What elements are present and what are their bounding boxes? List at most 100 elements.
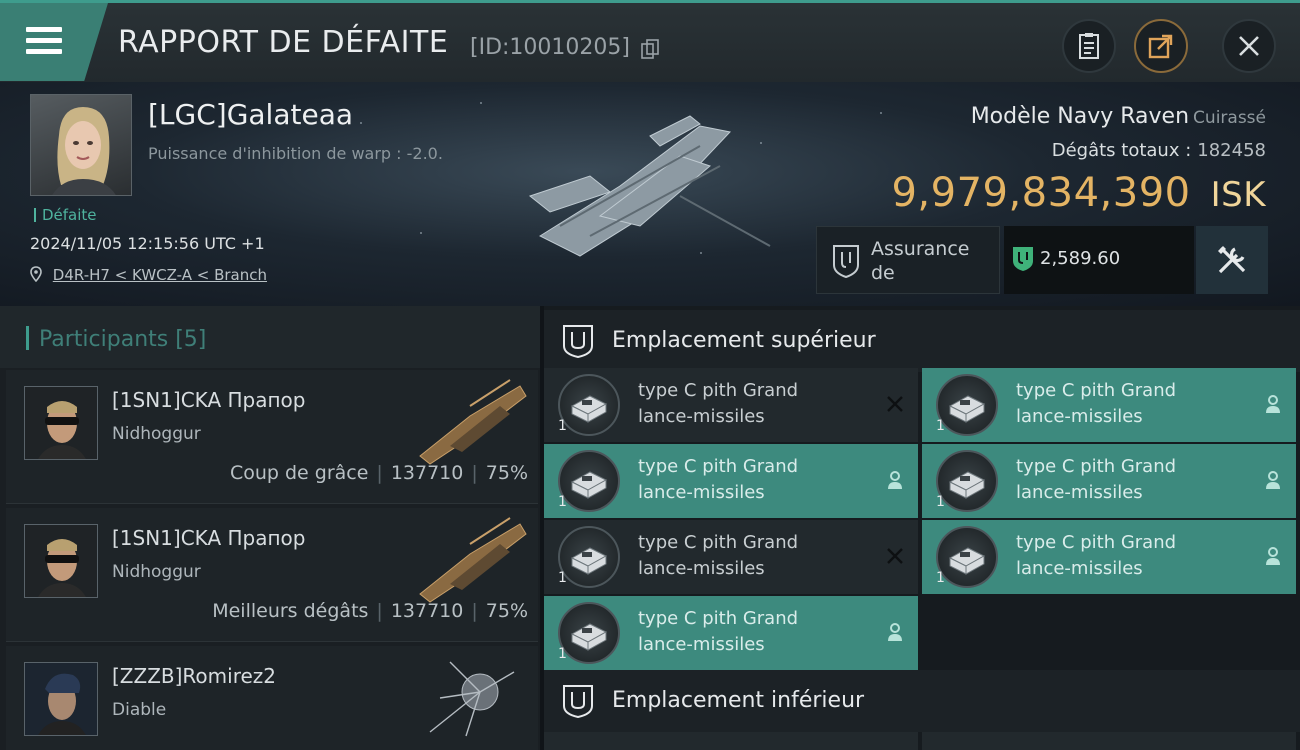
isk-value: 9,979,834,390 ISK [891,170,1266,216]
module-slot[interactable]: 1 type C pith Grand lance-missiles [922,444,1296,518]
participant-role: Meilleurs dégâts [212,600,369,622]
module-quantity: 1 [558,570,567,586]
total-damage: Dégâts totaux :182458 [1052,140,1266,161]
module-slot[interactable]: 1 type C pith Grand lance-missiles [922,520,1296,594]
location-pin-icon [30,266,42,283]
module-name: type C pith Grand lance-missiles [1016,454,1176,506]
module-name-line1: type C pith Grand [638,456,799,477]
module-slot[interactable]: 1 type C pith Grand lance-missiles [544,368,918,442]
status-label: Défaite [34,206,97,224]
module-name: type C pith Grand lance-missiles [1016,378,1176,430]
participants-panel: Participants [5] [1SN1]CKA Прапор Nidhog… [0,306,540,750]
module-name: type C pith Grand lance-missiles [638,530,798,582]
victim-name[interactable]: [LGC]Galateaa [148,98,353,131]
module-quantity: 1 [936,418,945,434]
participant-row[interactable]: [1SN1]CKA Прапор Nidhoggur Coup de grâce… [6,370,538,504]
module-icon [558,526,620,588]
menu-button[interactable] [0,3,108,81]
participant-row[interactable]: [1SN1]CKA Прапор Nidhoggur Meilleurs dég… [6,508,538,642]
tools-icon [1218,246,1246,274]
low-slot-partial[interactable] [922,732,1296,750]
victim-ship-image [528,115,771,257]
participant-damage: 137710 [390,600,464,622]
participant-row[interactable]: [ZZZB]Romirez2 Diable [6,646,538,750]
low-slot-partial[interactable] [544,732,918,750]
fitting-button[interactable] [1196,226,1268,294]
insurance-label: Assurance de [871,238,970,284]
participant-ship: Diable [112,700,167,720]
low-slots-header: Emplacement inférieur [544,670,1300,732]
insurance-shield-icon [1013,247,1033,271]
module-name: type C pith Grand lance-missiles [1016,530,1176,582]
module-name-line1: type C pith Grand [1016,532,1177,553]
clipboard-button[interactable] [1062,19,1116,73]
module-quantity: 1 [936,570,945,586]
module-name-line1: type C pith Grand [1016,380,1177,401]
isk-unit: ISK [1210,175,1266,215]
ship-model[interactable]: Modèle Navy Raven Cuirassé [971,104,1266,129]
module-name-line2: lance-missiles [638,558,765,579]
ship-model-name[interactable]: Modèle Navy Raven [971,104,1189,129]
participant-avatar[interactable] [24,524,98,598]
location-text[interactable]: D4R-H7 < KWCZ-A < Branch [53,266,267,284]
module-name-line2: lance-missiles [638,634,765,655]
participant-percent: 75% [485,600,528,622]
low-slots-title: Emplacement inférieur [612,688,865,713]
insurance-value: 2,589.60 [1040,248,1121,269]
module-name: type C pith Grand lance-missiles [638,378,798,430]
module-name-line2: lance-missiles [638,406,765,427]
insurance-box[interactable]: Assurance de [816,226,1000,294]
module-name: type C pith Grand lance-missiles [638,606,798,658]
module-quantity: 1 [558,418,567,434]
participant-name[interactable]: [1SN1]CKA Прапор [112,526,305,550]
module-name-line2: lance-missiles [1016,558,1143,579]
person-icon [888,623,902,641]
report-id: [ID:10010205] [470,35,630,60]
participant-name[interactable]: [ZZZB]Romirez2 [112,664,276,688]
close-icon [1239,36,1259,56]
victim-avatar[interactable] [30,94,132,196]
header-bar: RAPPORT DE DÉFAITE [ID:10010205] [0,0,1300,82]
victim-warp-info: Puissance d'inhibition de warp : -2.0. [148,144,443,163]
module-icon [936,450,998,512]
module-slot[interactable]: 1 type C pith Grand lance-missiles [544,444,918,518]
person-icon [1266,547,1280,565]
module-slot[interactable]: 1 type C pith Grand lance-missiles [544,596,918,670]
participant-name[interactable]: [1SN1]CKA Прапор [112,388,305,412]
module-name-line1: type C pith Grand [638,532,799,553]
kill-location[interactable]: D4R-H7 < KWCZ-A < Branch [30,266,267,284]
copy-icon[interactable] [641,39,659,59]
participant-avatar[interactable] [24,386,98,460]
module-slot[interactable]: 1 type C pith Grand lance-missiles [544,520,918,594]
high-slot-icon [563,325,593,358]
participants-header[interactable]: Participants [5] [0,306,540,368]
victim-summary: [LGC]Galateaa Puissance d'inhibition de … [0,82,1300,306]
module-name-line1: type C pith Grand [638,380,799,401]
module-quantity: 1 [558,494,567,510]
module-quantity: 1 [558,646,567,662]
destroyed-x-icon [887,548,903,564]
destroyed-x-icon [887,396,903,412]
module-name-line2: lance-missiles [638,482,765,503]
module-slot[interactable]: 1 type C pith Grand lance-missiles [922,368,1296,442]
share-button[interactable] [1134,19,1188,73]
share-icon [1148,34,1173,59]
participant-stats: Meilleurs dégâts | 137710 | 75% [212,600,528,622]
low-slot-icon [563,685,593,718]
module-icon [936,526,998,588]
close-button[interactable] [1222,19,1276,73]
participant-stats: Coup de grâce | 137710 | 75% [229,462,528,484]
participant-percent: 75% [485,462,528,484]
person-icon [888,471,902,489]
participants-title: Participants [5] [26,326,206,352]
total-damage-value: 182458 [1197,140,1266,161]
fitting-panel: Emplacement supérieur 1 type C pith Grand… [544,306,1300,750]
module-quantity: 1 [936,494,945,510]
insurance-icon [833,245,859,279]
kill-datetime: 2024/11/05 12:15:56 UTC +1 [30,234,265,253]
total-damage-label: Dégâts totaux : [1051,140,1192,161]
participant-avatar[interactable] [24,662,98,736]
person-icon [1266,395,1280,413]
high-slots-title: Emplacement supérieur [612,328,876,353]
participant-ship-image [419,379,527,465]
